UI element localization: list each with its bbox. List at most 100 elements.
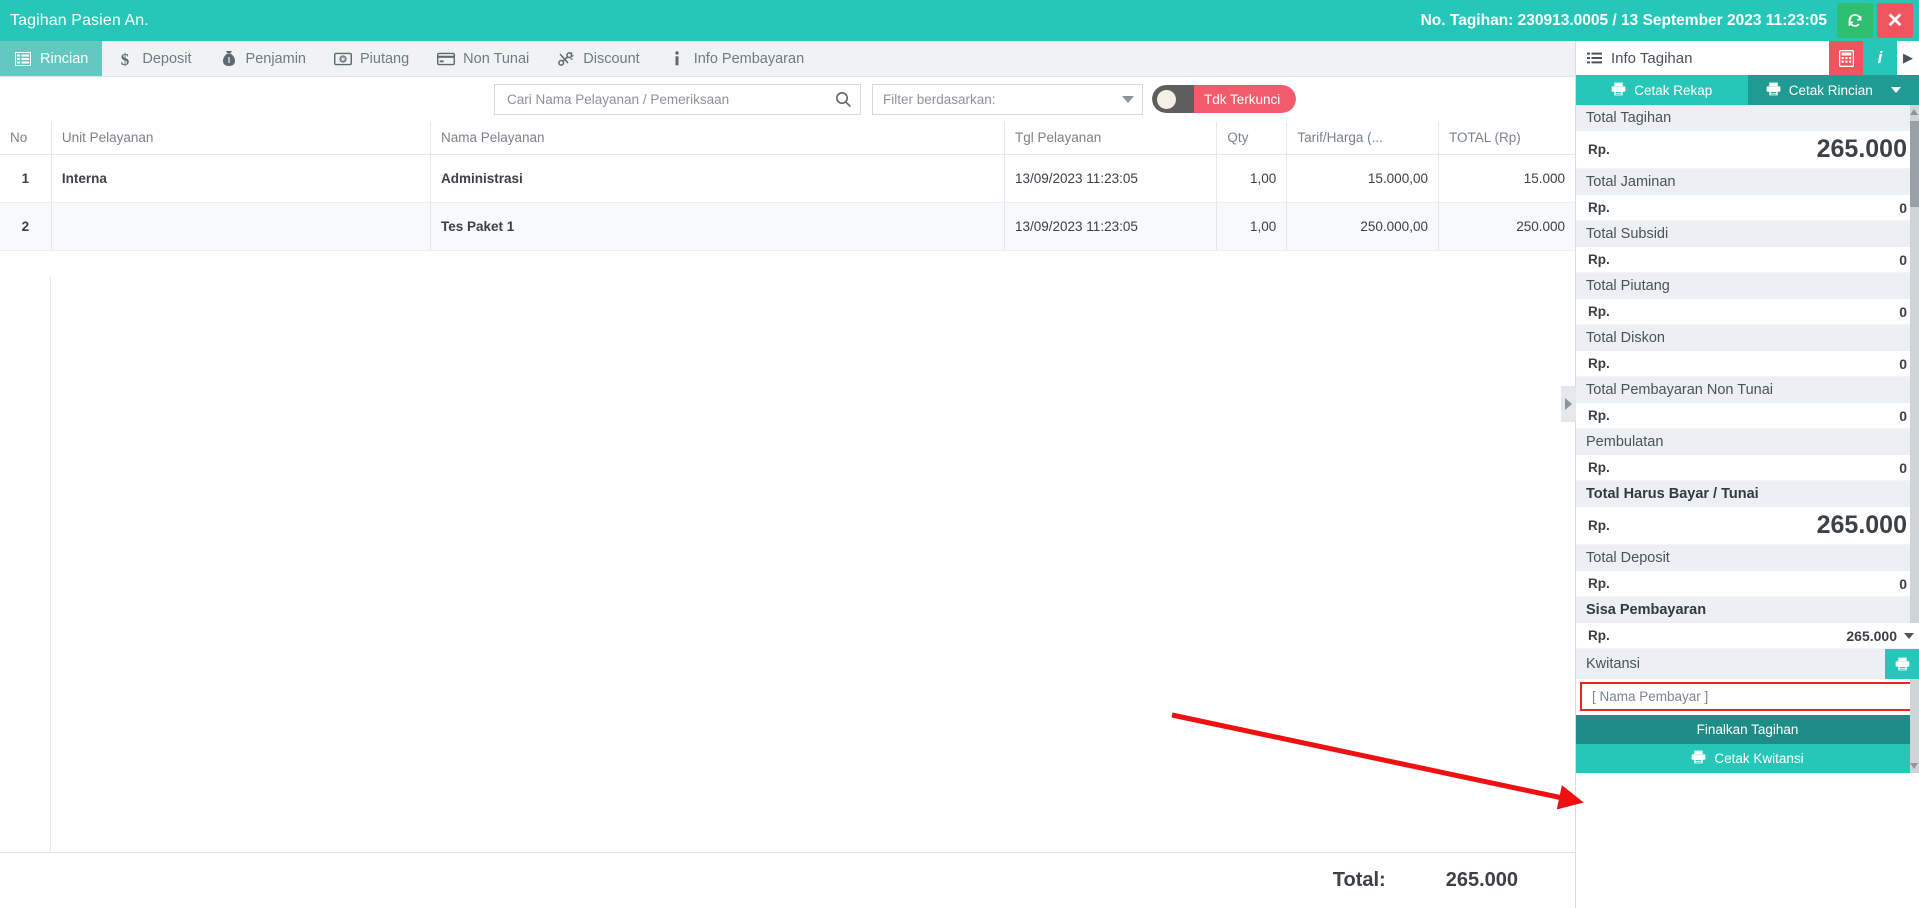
title-bar-right: No. Tagihan: 230913.0005 / 13 September … [1421,0,1919,41]
scroll-thumb[interactable] [1910,121,1919,207]
scissors-icon [557,50,575,68]
tab-info-pembayaran[interactable]: Info Pembayaran [654,41,818,76]
dollar-icon: $ [116,50,134,68]
lock-toggle[interactable]: Tdk Terkunci [1152,85,1297,113]
printer-icon[interactable] [1885,649,1919,679]
payer-input-wrapper [1576,679,1919,715]
tab-penjamin[interactable]: Penjamin [206,41,320,76]
currency-label: Rp. [1588,518,1610,533]
list-icon [1585,49,1603,67]
cell-total: 250.000 [1437,202,1575,251]
cell-qty: 1,00 [1216,202,1287,251]
tab-label: Info Pembayaran [693,50,805,67]
summary-label-total-harus-bayar: Total Harus Bayar / Tunai [1576,481,1919,507]
info-icon[interactable]: i [1863,41,1897,75]
printer-icon [1691,750,1706,767]
bill-number-label: No. Tagihan: 230913.0005 / 13 September … [1420,11,1827,29]
cetak-rincian-button[interactable]: Cetak Rincian [1747,75,1919,105]
search-icon[interactable] [835,91,852,108]
svg-text:0: 0 [341,56,345,63]
summary-label-total-jaminan: Total Jaminan [1576,169,1919,195]
column-header-unit[interactable]: Unit Pelayanan [50,122,431,155]
summary-value-sisa-pembayaran: Rp. 265.000 [1576,623,1919,649]
column-header-no[interactable]: No [0,122,52,155]
table-header-row: No Unit Pelayanan Nama Pelayanan Tgl Pel… [0,122,1575,155]
cell-no: 1 [0,154,52,203]
summary-label-total-subsidi: Total Subsidi [1576,221,1919,247]
title-bar: Tagihan Pasien An. No. Tagihan: 230913.0… [0,0,1919,41]
credit-card-icon [437,50,456,68]
table-row[interactable]: 2 Tes Paket 1 13/09/2023 11:23:05 1,00 2… [0,202,1575,251]
payer-input[interactable] [1580,682,1915,711]
search-box[interactable] [494,84,861,115]
currency-label: Rp. [1588,304,1610,319]
search-input[interactable] [507,92,835,107]
summary-label-total-diskon: Total Diskon [1576,325,1919,351]
tab-label: Non Tunai [463,50,530,67]
cetak-kwitansi-button[interactable]: Cetak Kwitansi [1576,744,1919,773]
chevron-down-icon[interactable] [1904,632,1914,639]
tab-rincian[interactable]: Rincian [0,41,103,76]
cell-total: 15.000 [1437,154,1575,203]
printer-icon [1766,82,1781,99]
summary-value-total-harus-bayar: Rp. 265.000 [1576,507,1919,545]
cell-nama: Administrasi [429,154,1005,203]
services-table: No Unit Pelayanan Nama Pelayanan Tgl Pel… [0,122,1575,251]
cell-tarif: 15.000,00 [1286,154,1439,203]
svg-text:$: $ [121,50,130,68]
money-bag-icon [220,50,238,68]
cetak-rincian-label: Cetak Rincian [1788,82,1873,98]
summary-value-pembulatan: Rp. 0 [1576,455,1919,481]
column-header-qty[interactable]: Qty [1216,122,1287,155]
cell-tarif: 250.000,00 [1286,202,1439,251]
amount-value: 0 [1899,407,1907,424]
summary-value-total-jaminan: Rp. 0 [1576,195,1919,221]
scroll-down-arrow[interactable] [1910,763,1918,769]
summary-label-sisa-pembayaran: Sisa Pembayaran [1576,597,1919,623]
tab-non-tunai[interactable]: Non Tunai [423,41,543,76]
summary-value-total-non-tunai: Rp. 0 [1576,403,1919,429]
column-header-total[interactable]: TOTAL (Rp) [1437,122,1575,155]
filter-dropdown[interactable]: Filter berdasarkan: [872,84,1143,115]
info-icon [668,50,686,68]
amount-value: 265.000 [1816,135,1907,163]
footer-total-value: 265.000 [1445,869,1518,891]
cell-nama: Tes Paket 1 [429,202,1005,251]
close-icon[interactable]: ✕ [1877,3,1913,38]
table-row[interactable]: 1 Interna Administrasi 13/09/2023 11:23:… [0,154,1575,203]
refresh-icon[interactable] [1837,3,1873,38]
cell-tgl: 13/09/2023 11:23:05 [1003,202,1217,251]
tab-piutang[interactable]: 0 Piutang [320,41,423,76]
row-number-gutter [0,277,51,908]
chevron-down-icon[interactable] [1890,87,1901,93]
summary-value-total-diskon: Rp. 0 [1576,351,1919,377]
tab-label: Piutang [359,50,410,67]
cetak-rekap-button[interactable]: Cetak Rekap [1576,75,1748,105]
panel-collapse-toggle[interactable] [1561,386,1576,422]
list-grid-icon [14,50,32,68]
scroll-up-arrow[interactable] [1910,109,1918,115]
chevron-right-icon[interactable]: ▶ [1897,41,1919,75]
cell-no: 2 [0,202,52,251]
column-header-tgl[interactable]: Tgl Pelayanan [1003,122,1217,155]
currency-label: Rp. [1588,460,1610,475]
amount-value: 0 [1899,575,1907,592]
calculator-icon[interactable] [1829,41,1863,75]
currency-label: Rp. [1588,252,1610,267]
currency-label: Rp. [1588,576,1610,591]
tab-deposit[interactable]: $ Deposit [102,41,205,76]
tab-label: Discount [583,50,640,67]
summary-value-total-subsidi: Rp. 0 [1576,247,1919,273]
cell-unit: Interna [50,154,431,203]
summary-label-total-deposit: Total Deposit [1576,545,1919,571]
summary-rows: Total Tagihan Rp. 265.000 Total Jaminan … [1576,105,1919,773]
column-header-tarif[interactable]: Tarif/Harga (... [1286,122,1439,155]
column-header-nama[interactable]: Nama Pelayanan [429,122,1005,155]
finalkan-tagihan-button[interactable]: Finalkan Tagihan [1576,715,1919,744]
tab-discount[interactable]: Discount [543,41,653,76]
main-tab-bar: Rincian $ Deposit Penjamin 0 Piutang Non… [0,41,1575,77]
footer-total-label: Total: [1332,869,1386,891]
amount-value: 0 [1899,251,1907,268]
kwitansi-row: Kwitansi [1576,649,1919,679]
currency-label: Rp. [1588,200,1610,215]
